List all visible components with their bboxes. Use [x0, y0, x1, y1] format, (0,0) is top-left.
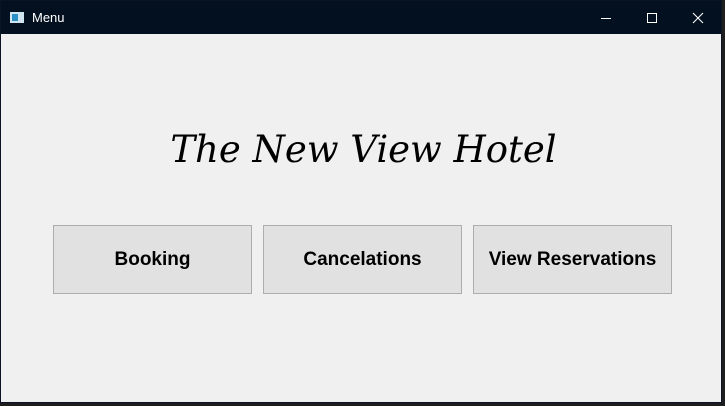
minimize-button[interactable] — [583, 1, 629, 34]
booking-button[interactable]: Booking — [53, 225, 252, 294]
maximize-icon — [647, 13, 657, 23]
close-button[interactable] — [675, 1, 721, 34]
view-reservations-button[interactable]: View Reservations — [473, 225, 672, 294]
menu-content: The New View Hotel Booking Cancelations … — [1, 34, 721, 402]
maximize-button[interactable] — [629, 1, 675, 34]
minimize-icon — [601, 18, 611, 19]
close-icon — [692, 12, 704, 24]
cancelations-button[interactable]: Cancelations — [263, 225, 462, 294]
window-title: Menu — [32, 10, 65, 25]
hotel-title: The New View Hotel — [170, 128, 557, 171]
app-window-icon — [10, 12, 24, 23]
title-bar[interactable]: Menu — [1, 1, 721, 34]
menu-window: Menu The New View Hotel Booking Cancelat… — [0, 0, 722, 403]
